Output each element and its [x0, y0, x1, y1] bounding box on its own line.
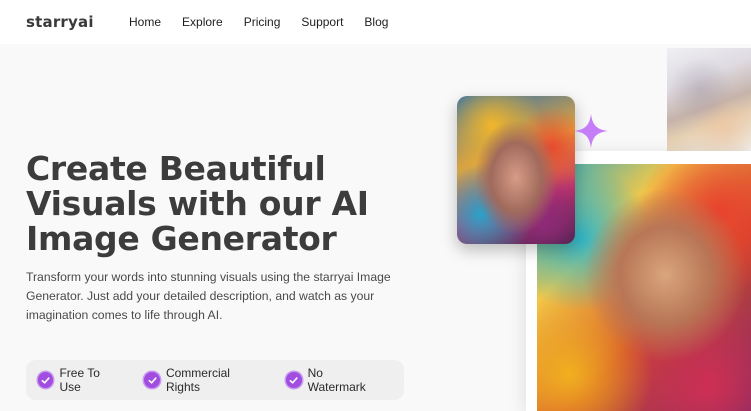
- feature-label: No Watermark: [307, 366, 366, 394]
- top-nav-bar: starryai Home Explore Pricing Support Bl…: [0, 0, 751, 44]
- feature-commercial-rights: Commercial Rights: [144, 366, 264, 394]
- check-circle-icon: [38, 372, 54, 388]
- nav-blog[interactable]: Blog: [364, 15, 388, 29]
- feature-label: Commercial Rights: [165, 366, 230, 394]
- nav-pricing[interactable]: Pricing: [244, 15, 281, 29]
- page: starryai Home Explore Pricing Support Bl…: [0, 0, 751, 411]
- feature-free-to-use: Free To Use: [38, 366, 122, 394]
- check-circle-icon: [144, 372, 160, 388]
- nav-explore[interactable]: Explore: [182, 15, 223, 29]
- nav-support[interactable]: Support: [301, 15, 343, 29]
- hero-description: Transform your words into stunning visua…: [26, 270, 391, 322]
- feature-no-watermark: No Watermark: [286, 366, 382, 394]
- feature-list: Free To Use Commercial Rights No Waterma…: [26, 360, 404, 400]
- feature-label: Free To Use: [59, 366, 100, 394]
- nav-home[interactable]: Home: [129, 15, 161, 29]
- woman-portrait-artwork: [457, 96, 575, 244]
- sparkle-icon: [573, 113, 609, 149]
- logo[interactable]: starryai: [26, 13, 94, 31]
- hero-title: Create Beautiful Visuals with our AI Ima…: [26, 149, 369, 258]
- check-circle-icon: [286, 372, 302, 388]
- background-artwork-image: [667, 48, 751, 152]
- main-nav: Home Explore Pricing Support Blog: [129, 15, 409, 29]
